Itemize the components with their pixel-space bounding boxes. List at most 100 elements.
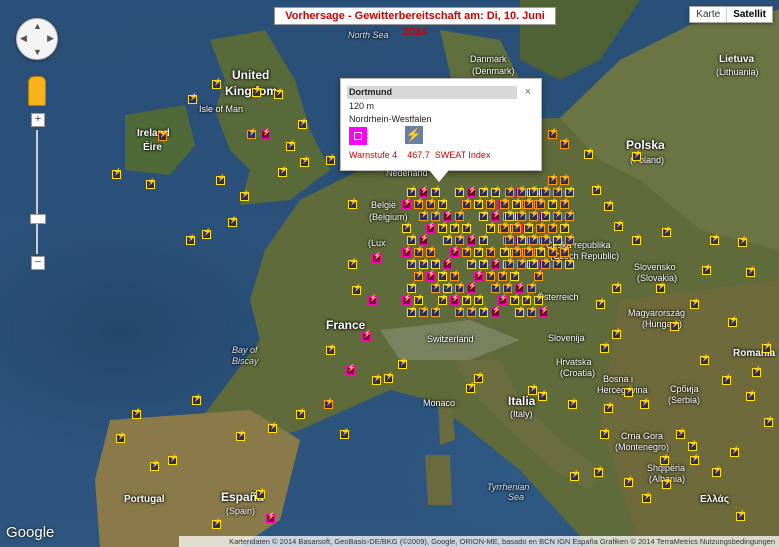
lightning-marker-icon[interactable] — [402, 246, 412, 257]
lightning-marker-icon[interactable] — [604, 200, 614, 211]
lightning-marker-icon[interactable] — [158, 130, 168, 141]
lightning-marker-icon[interactable] — [560, 246, 570, 257]
zoom-out-button[interactable]: − — [31, 256, 45, 270]
map-type-map-button[interactable]: Karte — [690, 7, 726, 22]
lightning-marker-icon[interactable] — [524, 246, 534, 257]
lightning-marker-icon[interactable] — [527, 306, 537, 317]
lightning-marker-icon[interactable] — [656, 282, 666, 293]
lightning-marker-icon[interactable] — [455, 282, 465, 293]
lightning-marker-icon[interactable] — [486, 270, 496, 281]
lightning-marker-icon[interactable] — [419, 306, 429, 317]
lightning-marker-icon[interactable] — [419, 186, 429, 197]
lightning-marker-icon[interactable] — [736, 510, 746, 521]
pan-left-icon[interactable]: ◀ — [20, 33, 27, 44]
lightning-marker-icon[interactable] — [722, 374, 732, 385]
lightning-marker-icon[interactable] — [112, 168, 122, 179]
lightning-marker-icon[interactable] — [541, 234, 551, 245]
lightning-marker-icon[interactable] — [240, 190, 250, 201]
lightning-marker-icon[interactable] — [286, 140, 296, 151]
lightning-marker-icon[interactable] — [752, 366, 762, 377]
lightning-marker-icon[interactable] — [553, 186, 563, 197]
lightning-marker-icon[interactable] — [662, 226, 672, 237]
lightning-marker-icon[interactable] — [455, 186, 465, 197]
lightning-marker-icon[interactable] — [730, 446, 740, 457]
lightning-marker-icon[interactable] — [450, 222, 460, 233]
lightning-marker-icon[interactable] — [505, 186, 515, 197]
lightning-marker-icon[interactable] — [268, 422, 278, 433]
lightning-marker-icon[interactable] — [479, 186, 489, 197]
lightning-marker-icon[interactable] — [486, 198, 496, 209]
lightning-marker-icon[interactable] — [728, 316, 738, 327]
lightning-marker-icon[interactable] — [414, 294, 424, 305]
lightning-marker-icon[interactable] — [560, 138, 570, 149]
lightning-marker-icon[interactable] — [529, 258, 539, 269]
lightning-marker-icon[interactable] — [568, 398, 578, 409]
lightning-marker-icon[interactable] — [517, 234, 527, 245]
lightning-marker-icon[interactable] — [491, 186, 501, 197]
lightning-marker-icon[interactable] — [524, 222, 534, 233]
lightning-marker-icon[interactable] — [352, 284, 362, 295]
lightning-marker-icon[interactable] — [548, 222, 558, 233]
lightning-marker-icon[interactable] — [266, 512, 276, 523]
lightning-marker-icon[interactable] — [690, 298, 700, 309]
zoom-slider-handle[interactable] — [30, 214, 46, 224]
lightning-marker-icon[interactable] — [510, 270, 520, 281]
lightning-marker-icon[interactable] — [565, 258, 575, 269]
lightning-marker-icon[interactable] — [612, 282, 622, 293]
lightning-marker-icon[interactable] — [407, 186, 417, 197]
google-logo[interactable]: Google — [6, 524, 54, 541]
lightning-marker-icon[interactable] — [517, 258, 527, 269]
lightning-marker-icon[interactable] — [326, 344, 336, 355]
lightning-marker-icon[interactable] — [500, 198, 510, 209]
lightning-marker-icon[interactable] — [676, 428, 686, 439]
lightning-marker-icon[interactable] — [517, 186, 527, 197]
lightning-marker-icon[interactable] — [560, 198, 570, 209]
street-view-pegman-icon[interactable] — [28, 76, 46, 106]
lightning-marker-icon[interactable] — [462, 222, 472, 233]
lightning-marker-icon[interactable] — [570, 470, 580, 481]
lightning-marker-icon[interactable] — [500, 246, 510, 257]
lightning-marker-icon[interactable] — [326, 154, 336, 165]
lightning-marker-icon[interactable] — [300, 156, 310, 167]
lightning-marker-icon[interactable] — [407, 282, 417, 293]
lightning-marker-icon[interactable] — [398, 358, 408, 369]
lightning-marker-icon[interactable] — [168, 454, 178, 465]
lightning-marker-icon[interactable] — [491, 258, 501, 269]
lightning-marker-icon[interactable] — [712, 466, 722, 477]
lightning-marker-icon[interactable] — [515, 306, 525, 317]
lightning-marker-icon[interactable] — [529, 234, 539, 245]
lightning-marker-icon[interactable] — [443, 282, 453, 293]
lightning-marker-icon[interactable] — [498, 270, 508, 281]
lightning-marker-icon[interactable] — [548, 174, 558, 185]
lightning-marker-icon[interactable] — [256, 488, 266, 499]
lightning-marker-icon[interactable] — [738, 236, 748, 247]
close-icon[interactable]: × — [525, 86, 531, 98]
lightning-marker-icon[interactable] — [479, 210, 489, 221]
lightning-marker-icon[interactable] — [548, 246, 558, 257]
lightning-marker-icon[interactable] — [710, 234, 720, 245]
lightning-marker-icon[interactable] — [553, 258, 563, 269]
lightning-marker-icon[interactable] — [467, 282, 477, 293]
lightning-marker-icon[interactable] — [146, 178, 156, 189]
lightning-marker-icon[interactable] — [762, 342, 772, 353]
lightning-marker-icon[interactable] — [527, 282, 537, 293]
lightning-marker-icon[interactable] — [498, 294, 508, 305]
pan-down-icon[interactable]: ▼ — [33, 47, 42, 57]
lightning-marker-icon[interactable] — [462, 294, 472, 305]
lightning-marker-icon[interactable] — [426, 222, 436, 233]
lightning-marker-icon[interactable] — [640, 398, 650, 409]
lightning-marker-icon[interactable] — [592, 184, 602, 195]
lightning-marker-icon[interactable] — [528, 384, 538, 395]
lightning-marker-icon[interactable] — [474, 270, 484, 281]
map-type-satellite-button[interactable]: Satellit — [726, 7, 772, 22]
lightning-marker-icon[interactable] — [510, 294, 520, 305]
lightning-marker-icon[interactable] — [368, 294, 378, 305]
lightning-marker-icon[interactable] — [604, 402, 614, 413]
lightning-marker-icon[interactable] — [524, 198, 534, 209]
lightning-marker-icon[interactable] — [491, 306, 501, 317]
lightning-marker-icon[interactable] — [479, 258, 489, 269]
lightning-marker-icon[interactable] — [346, 364, 356, 375]
lightning-marker-icon[interactable] — [438, 198, 448, 209]
lightning-marker-icon[interactable] — [402, 198, 412, 209]
lightning-marker-icon[interactable] — [764, 416, 774, 427]
